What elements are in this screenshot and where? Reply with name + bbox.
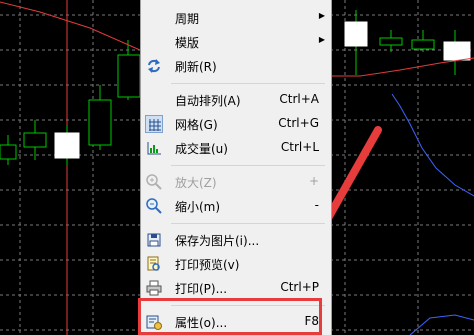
- menu-item-label: 网格(G): [175, 118, 218, 132]
- menu-item-label: 放大(Z): [175, 176, 217, 190]
- candle: [411, 39, 435, 50]
- menu-item-label: 缩小(m): [175, 200, 221, 214]
- menu-item-shortcut: Ctrl+P: [280, 280, 319, 294]
- menu-item-print-preview[interactable]: 打印预览(v): [141, 252, 331, 276]
- refresh-icon: [145, 57, 163, 75]
- candle: [23, 132, 47, 148]
- menu-separator: [171, 83, 325, 84]
- menu-item-label: 模版: [175, 36, 200, 50]
- indicator-line: [409, 314, 474, 335]
- menu-item-label: 自动排列(A): [175, 94, 241, 108]
- submenu-arrow-icon: ▶: [318, 35, 325, 44]
- menu-item-zoom-out[interactable]: 缩小(m) -: [141, 194, 331, 218]
- zoom-in-icon: [145, 173, 163, 191]
- menu-item-label: 打印(P)...: [175, 282, 228, 296]
- menu-item-label: 成交量(u): [175, 142, 228, 156]
- candle: [443, 41, 471, 61]
- menu-item-shortcut: +: [308, 174, 319, 188]
- print-icon: [145, 279, 163, 297]
- save-image-icon: [145, 231, 163, 249]
- menu-item-label: 周期: [175, 12, 200, 26]
- menu-item-label: 保存为图片(i)...: [175, 234, 260, 248]
- context-menu: 周期 ▶ 模版 ▶ 刷新(R) 自动排列(A) Ctrl+A 网格(G) Ctr…: [140, 0, 332, 335]
- menu-item-grid[interactable]: 网格(G) Ctrl+G: [141, 112, 331, 136]
- menu-separator: [171, 165, 325, 166]
- menu-item-save-image[interactable]: 保存为图片(i)...: [141, 228, 331, 252]
- submenu-arrow-icon: ▶: [318, 11, 325, 20]
- properties-highlight-box: [138, 298, 322, 335]
- menu-item-label: 打印预览(v): [175, 258, 240, 272]
- menu-item-template[interactable]: 模版 ▶: [141, 30, 331, 54]
- menu-item-shortcut: Ctrl+A: [279, 92, 319, 106]
- candle: [117, 54, 141, 98]
- menu-item-period[interactable]: 周期 ▶: [141, 6, 331, 30]
- menu-separator: [171, 223, 325, 224]
- candle: [88, 99, 112, 146]
- menu-item-label: 刷新(R): [175, 60, 217, 74]
- zoom-out-icon: [145, 197, 163, 215]
- volume-icon: [145, 139, 163, 157]
- menu-item-volume[interactable]: 成交量(u) Ctrl+L: [141, 136, 331, 160]
- menu-item-print[interactable]: 打印(P)... Ctrl+P: [141, 276, 331, 300]
- menu-item-shortcut: -: [314, 198, 319, 212]
- menu-item-refresh[interactable]: 刷新(R): [141, 54, 331, 78]
- print-preview-icon: [145, 255, 163, 273]
- menu-item-shortcut: Ctrl+L: [280, 140, 319, 154]
- menu-item-auto-arrange[interactable]: 自动排列(A) Ctrl+A: [141, 88, 331, 112]
- menu-item-zoom-in[interactable]: 放大(Z) +: [141, 170, 331, 194]
- candle: [54, 132, 80, 159]
- candle: [0, 144, 17, 160]
- menu-item-shortcut: Ctrl+G: [278, 116, 319, 130]
- indicator-line: [391, 93, 474, 197]
- candle: [344, 21, 368, 47]
- candle: [379, 37, 403, 46]
- grid-icon: [145, 115, 163, 133]
